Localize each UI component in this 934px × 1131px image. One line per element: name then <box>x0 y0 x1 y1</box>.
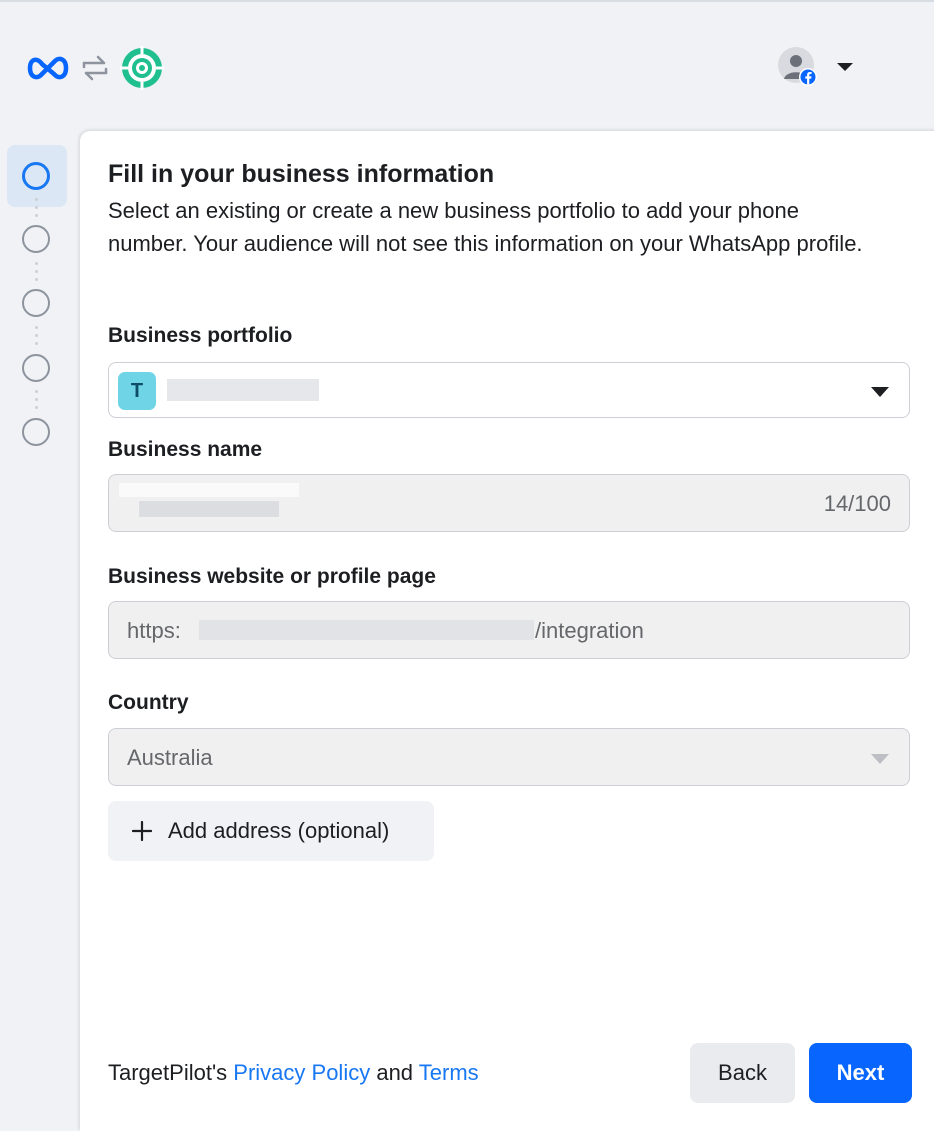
add-address-button[interactable]: Add address (optional) <box>108 801 434 861</box>
step-1-indicator <box>22 162 50 190</box>
and-text: and <box>376 1060 414 1085</box>
company-name: TargetPilot's <box>108 1060 228 1085</box>
business-name-field[interactable]: 14/100 <box>108 474 910 532</box>
chevron-down-icon <box>871 387 889 397</box>
portfolio-avatar: T <box>118 372 156 410</box>
step-5-indicator <box>22 418 50 446</box>
page-title: Fill in your business information <box>108 160 495 188</box>
back-button[interactable]: Back <box>690 1043 795 1103</box>
business-website-label: Business website or profile page <box>108 565 436 588</box>
step-4-indicator <box>22 354 50 382</box>
business-portfolio-label: Business portfolio <box>108 324 293 347</box>
step-connector-3 <box>35 326 38 350</box>
next-button[interactable]: Next <box>809 1043 912 1103</box>
meta-logo-icon <box>27 56 69 80</box>
country-label: Country <box>108 691 189 714</box>
step-3-indicator <box>22 289 50 317</box>
chevron-down-icon <box>871 754 889 764</box>
add-address-label: Add address (optional) <box>168 818 390 843</box>
privacy-policy-link[interactable]: Privacy Policy <box>233 1060 370 1085</box>
business-name-label: Business name <box>108 438 263 461</box>
user-avatar-icon[interactable] <box>777 46 819 88</box>
legal-notice: TargetPilot's Privacy Policy and Terms <box>108 1060 479 1086</box>
country-value: Australia <box>127 745 213 770</box>
step-connector-2 <box>35 262 38 286</box>
facebook-badge-icon <box>800 69 816 85</box>
redacted-overlay <box>119 483 299 497</box>
redacted-website-domain <box>199 620 534 640</box>
step-2-indicator <box>22 225 50 253</box>
website-prefix: https: <box>127 618 181 643</box>
country-select[interactable]: Australia <box>108 728 910 786</box>
plus-icon <box>132 821 152 841</box>
page-description: Select an existing or create a new busin… <box>108 198 863 256</box>
caret-down-icon[interactable] <box>836 62 854 72</box>
redacted-portfolio-name <box>167 379 319 401</box>
target-logo-icon <box>120 46 164 90</box>
website-suffix: /integration <box>535 618 644 643</box>
business-website-field[interactable]: https: /integration <box>108 601 910 659</box>
swap-arrows-icon <box>82 55 108 81</box>
progress-stepper <box>0 131 80 1125</box>
redacted-business-name <box>139 501 279 517</box>
step-connector-1 <box>35 198 38 222</box>
business-portfolio-select[interactable]: T <box>108 362 910 418</box>
terms-link[interactable]: Terms <box>419 1060 479 1085</box>
character-counter: 14/100 <box>823 491 891 516</box>
step-connector-4 <box>35 390 38 414</box>
